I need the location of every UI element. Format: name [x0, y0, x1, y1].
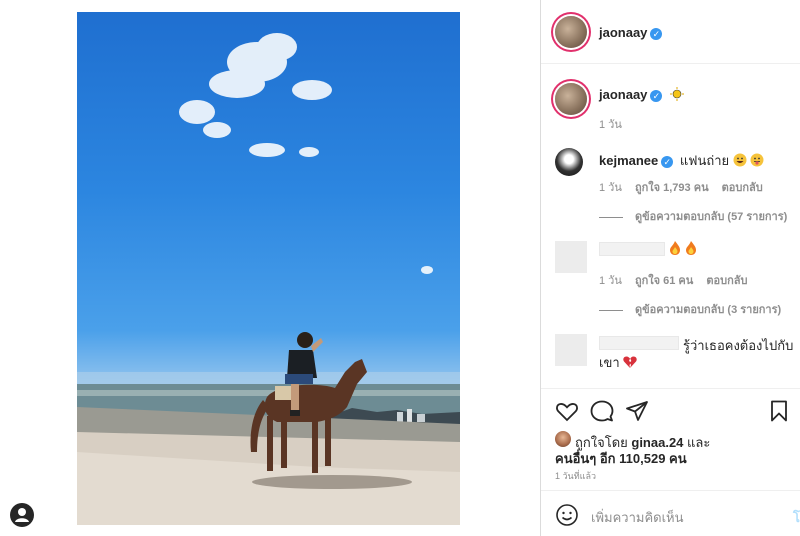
comment-avatar-blurred[interactable] [555, 241, 587, 273]
comment-time: 1 วัน [599, 275, 622, 287]
post-comment-button[interactable]: โ [793, 507, 800, 528]
comment-likes-count[interactable]: ถูกใจ 61 คน [635, 275, 693, 287]
author-name-text[interactable]: jaonaay [599, 25, 647, 40]
post-photo[interactable] [77, 12, 460, 525]
comment-time: 1 วัน [599, 182, 622, 194]
author-username[interactable]: jaonaay ✓ [599, 25, 663, 40]
profile-icon[interactable] [10, 503, 34, 527]
share-icon[interactable] [625, 399, 649, 423]
comments-list[interactable]: jaonaay ✓ 1 วัน kejmanee ✓ แฟนถ่าย 1 วัน ถ… [541, 64, 800, 388]
reply-divider [599, 309, 623, 311]
comment-avatar[interactable] [555, 148, 583, 176]
post-header: jaonaay ✓ [541, 0, 800, 64]
liker-avatar[interactable] [555, 431, 571, 447]
view-replies-2[interactable]: ดูข้อความตอบกลับ (3 รายการ) [599, 300, 781, 318]
comment-likes-count[interactable]: ถูกใจ 1,793 คน [635, 182, 709, 194]
comment-icon[interactable] [590, 399, 614, 423]
emoji-picker-icon[interactable] [555, 503, 579, 527]
timestamp-text[interactable]: 1 วันที่แล้ว [555, 471, 596, 481]
reply-button[interactable]: ตอบกลับ [706, 275, 747, 287]
comment-text: เขา [599, 355, 620, 370]
view-replies-label[interactable]: ดูข้อความตอบกลับ (3 รายการ) [635, 304, 781, 316]
likes-count[interactable]: คนอื่นๆ อีก 110,529 คน [555, 448, 687, 469]
verified-badge-icon: ✓ [650, 27, 663, 40]
broken-heart-emoji-icon [623, 356, 637, 371]
post-side-panel: jaonaay ✓ jaonaay ✓ 1 วัน kejmanee ✓ แฟนถ่า… [540, 0, 800, 536]
author-avatar[interactable] [555, 16, 587, 48]
grinning-sweat-emoji-icon [733, 153, 747, 170]
comment-username[interactable]: kejmanee [599, 153, 658, 168]
comment-input[interactable]: เพิ่มความคิดเห็น [591, 507, 684, 528]
fire-emoji-icon [685, 241, 697, 258]
reply-button[interactable]: ตอบกลับ [722, 182, 763, 194]
comment-text: รู้ว่าเธอคงต้องไปกับ [683, 338, 794, 353]
comment-text: แฟนถ่าย [679, 153, 730, 168]
photo-area [0, 0, 540, 536]
caption-author[interactable]: jaonaay ✓ [599, 87, 685, 104]
caption-time: 1 วัน [599, 115, 632, 133]
verified-badge-icon: ✓ [661, 155, 674, 168]
comment-1-meta: 1 วัน ถูกใจ 1,793 คน ตอบกลับ [599, 178, 773, 196]
verified-badge-icon: ✓ [650, 89, 663, 102]
sun-emoji-icon [670, 87, 685, 104]
post-timestamp[interactable]: 1 วันที่แล้ว [555, 469, 596, 483]
tongue-out-emoji-icon [750, 153, 764, 170]
photo-scene [77, 33, 460, 525]
comment-3-line1: รู้ว่าเธอคงต้องไปกับ [683, 335, 793, 356]
caption-age-text: 1 วัน [599, 119, 622, 131]
comment-username-blurred[interactable] [599, 242, 665, 256]
post-actions: ถูกใจโดย ginaa.24 และ คนอื่นๆ อีก 110,52… [541, 388, 800, 490]
view-replies-1[interactable]: ดูข้อความตอบกลับ (57 รายการ) [599, 207, 787, 225]
bookmark-icon[interactable] [767, 399, 791, 423]
comment-username-blurred[interactable] [599, 336, 679, 350]
comment-2-meta: 1 วัน ถูกใจ 61 คน ตอบกลับ [599, 271, 758, 289]
post-comment-label[interactable]: โ [793, 510, 800, 525]
likes-others-text[interactable]: คนอื่นๆ อีก 110,529 คน [555, 451, 687, 466]
comment-3-line2: เขา [599, 352, 637, 373]
view-replies-label[interactable]: ดูข้อความตอบกลับ (57 รายการ) [635, 211, 787, 223]
comment-2 [669, 241, 697, 258]
caption-author-avatar[interactable] [555, 83, 587, 115]
comment-input-placeholder[interactable]: เพิ่มความคิดเห็น [591, 510, 684, 525]
likes-conj: และ [687, 435, 711, 450]
comment-composer: เพิ่มความคิดเห็น โ [541, 490, 800, 536]
caption-author-name[interactable]: jaonaay [599, 87, 647, 102]
comment-avatar-blurred[interactable] [555, 334, 587, 366]
fire-emoji-icon [669, 241, 681, 258]
reply-divider [599, 216, 623, 218]
heart-icon[interactable] [555, 399, 579, 423]
comment-1: kejmanee ✓ แฟนถ่าย [599, 150, 764, 171]
